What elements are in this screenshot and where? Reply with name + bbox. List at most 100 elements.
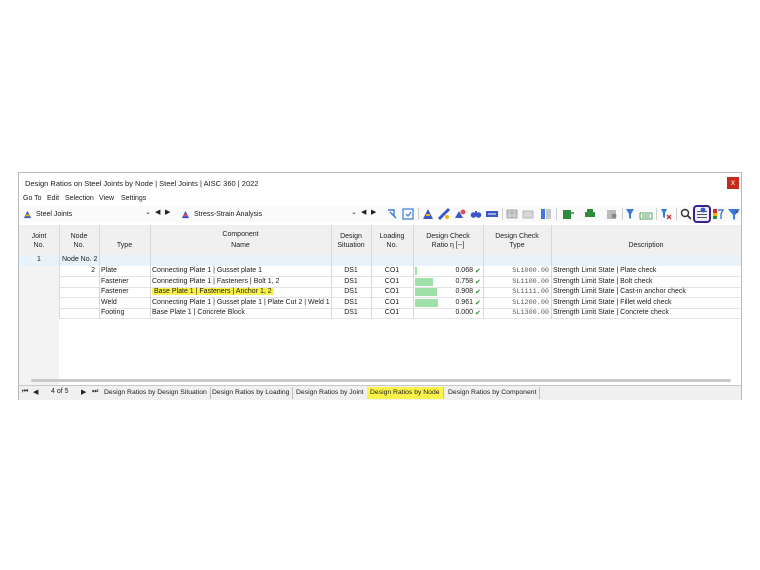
select-icon[interactable] (385, 207, 399, 221)
tab-design-ratios-by-design-situation[interactable]: Design Ratios by Design Situation (101, 387, 211, 399)
design-check-type: SL1000.00 (512, 267, 549, 275)
filter-value-icon[interactable] (639, 207, 653, 221)
table-row[interactable]: Footing Base Plate 1 | Concrete Block DS1 C… (19, 308, 741, 319)
design-ratios-window: Design Ratios on Steel Joints by Node | … (18, 172, 742, 400)
page-indicator: 4 of 5 (51, 388, 69, 395)
columns-icon[interactable] (539, 207, 553, 221)
separator (622, 208, 623, 220)
table-row[interactable]: Fastener Connecting Plate 1 | Fasteners |… (19, 277, 741, 288)
group-row[interactable]: 1 Node No. 2 (19, 255, 741, 266)
column-divider (150, 255, 151, 319)
title-bar: Design Ratios on Steel Joints by Node | … (19, 173, 741, 193)
design-situation: DS1 (344, 288, 358, 295)
component-name: Connecting Plate 1 | Gusset plate 1 (152, 267, 262, 274)
close-button[interactable]: x (727, 177, 739, 189)
result-combo[interactable]: Stress-Strain Analysis ⌄ (181, 208, 357, 220)
column-divider (59, 255, 60, 319)
menu-view[interactable]: View (99, 195, 114, 202)
module-combo[interactable]: Steel Joints ⌄ (23, 208, 151, 220)
header-description[interactable]: Description (551, 232, 741, 250)
component-name: Base Plate 1 | Fasteners | Anchor 1, 2 (152, 288, 274, 295)
design-check-type: SL1111.00 (512, 288, 549, 296)
description: Strength Limit State | Plate check (553, 267, 657, 274)
view-results-icon[interactable] (453, 207, 467, 221)
design-check-ratio: 0.758 (455, 277, 473, 285)
tab-design-ratios-by-component[interactable]: Design Ratios by Component (445, 387, 541, 399)
header-component-name[interactable]: Name (150, 241, 331, 250)
separator (556, 208, 557, 220)
check-icon: ✔ (475, 289, 481, 296)
next-page-icon[interactable]: ▶ (81, 388, 86, 396)
component-name: Base Plate 1 | Concrete Block (152, 309, 245, 316)
info-icon[interactable] (693, 205, 711, 223)
column-divider (331, 255, 332, 319)
loading-no: CO1 (384, 309, 400, 316)
component-name: Connecting Plate 1 | Fasteners | Bolt 1,… (152, 277, 280, 285)
design-check-ratio: 0.961 (455, 298, 473, 306)
filter-icon[interactable] (625, 207, 639, 221)
more-tools-icon[interactable]: » (735, 209, 739, 216)
design-check-ratio: 0.908 (455, 288, 473, 295)
select-all-icon[interactable] (401, 207, 415, 221)
joint-view-icon[interactable] (421, 207, 435, 221)
menu-go-to[interactable]: Go To (23, 195, 42, 202)
table-row[interactable]: 2 Plate Connecting Plate 1 | Gusset plate … (19, 266, 741, 277)
settings-icon[interactable] (605, 207, 619, 221)
table-header: Joint No. Node No. Type Component Name Des… (19, 225, 741, 256)
header-design-situation[interactable]: Design Situation (331, 232, 371, 250)
menu-settings[interactable]: Settings (121, 195, 146, 202)
menu-selection[interactable]: Selection (65, 195, 94, 202)
first-page-icon[interactable]: ⏮ (22, 388, 28, 396)
tab-design-ratios-by-joint[interactable]: Design Ratios by Joint (293, 387, 368, 399)
member-view-icon[interactable] (437, 207, 451, 221)
separator (656, 208, 657, 220)
header-design-check-ratio[interactable]: Design Check Ratio η [--] (413, 232, 483, 250)
header-node-no[interactable]: Node No. (59, 232, 99, 250)
joint-no: 1 (37, 256, 41, 263)
horizontal-scrollbar[interactable] (31, 379, 731, 382)
design-check-type: SL1100.00 (512, 277, 549, 286)
tab-bar: ⏮ ◀ 4 of 5 ▶ ⏭ Design Ratios by Design S… (19, 385, 741, 400)
row-divider (59, 318, 741, 319)
table-row[interactable]: Fastener Base Plate 1 | Fasteners | Ancho… (19, 287, 741, 298)
tab-design-ratios-by-node[interactable]: Design Ratios by Node (367, 387, 444, 399)
last-page-icon[interactable]: ⏭ (92, 388, 98, 396)
previous-page-icon[interactable]: ◀ (33, 388, 38, 396)
table-icon[interactable] (505, 207, 519, 221)
column-divider (483, 255, 484, 319)
result-combo-value: Stress-Strain Analysis (194, 210, 263, 218)
print-icon[interactable] (583, 207, 597, 221)
design-check-type: SL1200.00 (512, 298, 549, 307)
menu-edit[interactable]: Edit (47, 195, 59, 202)
table-row[interactable]: Weld Connecting Plate 1 | Gusset plate 1 … (19, 298, 741, 309)
next-arrow-icon[interactable]: ▶ (165, 208, 170, 216)
check-icon: ✔ (475, 299, 481, 307)
design-check-ratio: 0.000 (455, 309, 473, 316)
clear-filter-icon[interactable] (659, 207, 673, 221)
header-design-check-type[interactable]: Design Check Type (483, 232, 551, 250)
binoculars-icon[interactable] (469, 207, 483, 221)
header-component[interactable]: Component (150, 230, 331, 239)
loading-no: CO1 (384, 267, 400, 274)
header-joint-no[interactable]: Joint No. (19, 232, 59, 250)
search-icon[interactable] (679, 207, 693, 221)
tab-design-ratios-by-loading[interactable]: Design Ratios by Loading (209, 387, 294, 399)
chevron-down-icon: ⌄ (145, 209, 151, 216)
design-situation: DS1 (344, 298, 358, 306)
header-loading-no[interactable]: Loading No. (371, 232, 413, 250)
menu-bar: Go To Edit Selection View Settings (19, 193, 741, 205)
next-result-arrow-icon[interactable]: ▶ (371, 208, 376, 216)
export-icon[interactable] (561, 207, 575, 221)
design-situation: DS1 (344, 277, 358, 285)
description: Strength Limit State | Concrete check (553, 309, 669, 316)
color-scale-icon[interactable] (711, 207, 725, 221)
table-filter-icon[interactable] (521, 207, 535, 221)
previous-result-arrow-icon[interactable]: ◀ (361, 208, 366, 216)
header-type[interactable]: Type (99, 232, 150, 250)
description: Strength Limit State | Cast-in anchor ch… (553, 288, 686, 295)
values-on-model-icon[interactable] (485, 207, 499, 221)
description: Strength Limit State | Bolt check (553, 277, 653, 285)
column-divider (551, 255, 552, 319)
previous-arrow-icon[interactable]: ◀ (155, 208, 160, 216)
description: Strength Limit State | Fillet weld check (553, 298, 672, 306)
